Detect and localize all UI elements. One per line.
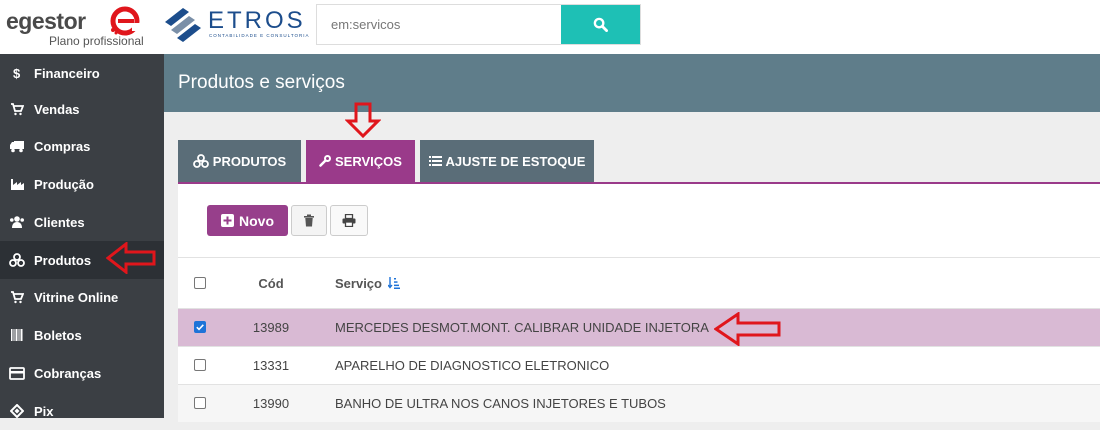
cell-cod: 13990 <box>252 396 290 411</box>
search-input[interactable] <box>317 5 561 44</box>
sidebar-item-label: Vendas <box>34 101 80 117</box>
sidebar-item-cobrancas[interactable]: Cobranças <box>0 354 164 392</box>
table-row[interactable]: 13989 MERCEDES DESMOT.MONT. CALIBRAR UNI… <box>178 308 1100 346</box>
sidebar-item-financeiro[interactable]: $ Financeiro <box>0 54 164 92</box>
sidebar-item-compras[interactable]: Compras <box>0 127 164 165</box>
table-header-row: Cód Serviço <box>178 257 1100 308</box>
truck-icon <box>10 141 24 153</box>
brand-e-icon <box>110 6 140 36</box>
cubes-icon <box>9 253 25 267</box>
tab-servicos[interactable]: SERVIÇOS <box>306 140 415 182</box>
check-icon <box>196 324 204 331</box>
sidebar-item-label: Vitrine Online <box>34 289 119 305</box>
brand-name: egestor <box>6 8 86 34</box>
partner-name: ETROS <box>208 7 306 34</box>
sidebar-item-producao[interactable]: Produção <box>0 165 164 203</box>
sidebar-item-label: Compras <box>34 138 91 154</box>
sidebar-item-vitrine-online[interactable]: Vitrine Online <box>0 278 164 316</box>
print-button[interactable] <box>330 205 368 236</box>
print-icon <box>342 214 356 227</box>
dollar-icon: $ <box>13 66 21 80</box>
sidebar-item-clientes[interactable]: Clientes <box>0 203 164 241</box>
table-row[interactable]: 13331 APARELHO DE DIAGNOSTICO ELETRONICO <box>178 346 1100 384</box>
column-header-servico[interactable]: Serviço <box>335 276 400 291</box>
sidebar-item-label: Clientes <box>34 214 85 230</box>
tab-produtos[interactable]: PRODUTOS <box>178 140 301 182</box>
list-icon <box>428 156 442 166</box>
svg-text:$: $ <box>13 66 21 80</box>
cart-icon <box>11 291 24 304</box>
sidebar-item-label: Produtos <box>34 252 92 268</box>
select-all-checkbox[interactable] <box>194 277 206 289</box>
page-title: Produtos e serviços <box>178 72 345 93</box>
cell-servico[interactable]: APARELHO DE DIAGNOSTICO ELETRONICO <box>335 358 609 373</box>
egestor-logo[interactable]: egestor Plano profissional <box>6 6 146 48</box>
page-header: Produtos e serviços <box>164 54 1100 112</box>
sidebar-item-boletos[interactable]: Boletos <box>0 316 164 354</box>
search-button[interactable] <box>561 5 640 44</box>
factory-icon <box>10 179 24 190</box>
tab-ajuste-de-estoque[interactable]: AJUSTE DE ESTOQUE <box>420 140 594 182</box>
credit-card-icon <box>9 366 25 380</box>
delete-button[interactable] <box>291 205 327 236</box>
cell-servico[interactable]: MERCEDES DESMOT.MONT. CALIBRAR UNIDADE I… <box>335 320 709 335</box>
annotation-arrow-left-icon <box>106 242 156 274</box>
tab-label: PRODUTOS <box>212 153 287 169</box>
barcode-icon <box>11 329 23 341</box>
row-checkbox[interactable] <box>194 397 206 409</box>
plus-square-icon <box>221 214 234 227</box>
table-row[interactable]: 13990 BANHO DE ULTRA NOS CANOS INJETORES… <box>178 384 1100 422</box>
partner-logo: ETROS CONTABILIDADE E CONSULTORIA <box>163 2 309 48</box>
sort-icon <box>387 277 400 289</box>
annotation-arrow-down-icon <box>345 102 381 138</box>
cell-cod: 13989 <box>252 320 290 335</box>
tab-label: AJUSTE DE ESTOQUE <box>445 153 586 169</box>
sidebar-item-label: Produção <box>34 176 94 192</box>
annotation-arrow-left-icon <box>714 312 781 346</box>
new-button[interactable]: Novo <box>207 205 288 236</box>
partner-tagline: CONTABILIDADE E CONSULTORIA <box>209 33 310 38</box>
users-icon <box>10 216 24 228</box>
sidebar-item-label: Financeiro <box>34 65 100 81</box>
sidebar-item-pix[interactable]: Pix <box>0 392 164 430</box>
sidebar-item-label: Cobranças <box>34 365 102 381</box>
search-icon <box>593 17 608 32</box>
sidebar: $ Financeiro Vendas Compras Produção Cli… <box>0 54 164 419</box>
row-checkbox[interactable] <box>194 321 206 333</box>
cart-icon <box>11 103 24 116</box>
plan-label: Plano profissional <box>49 34 144 48</box>
sidebar-item-label: Pix <box>34 403 54 419</box>
column-header-cod[interactable]: Cód <box>236 276 306 291</box>
sidebar-item-label: Boletos <box>34 327 82 343</box>
sidebar-item-vendas[interactable]: Vendas <box>0 90 164 128</box>
trash-icon <box>304 214 314 227</box>
pix-icon <box>10 404 24 418</box>
search-box <box>316 4 641 45</box>
row-checkbox[interactable] <box>194 359 206 371</box>
cell-servico[interactable]: BANHO DE ULTRA NOS CANOS INJETORES E TUB… <box>335 396 666 411</box>
tab-label: SERVIÇOS <box>335 153 402 169</box>
wrench-icon <box>319 155 332 167</box>
top-bar: egestor Plano profissional ETROS CONTABI… <box>0 0 1100 54</box>
cubes-icon <box>192 154 209 168</box>
cell-cod: 13331 <box>252 358 290 373</box>
new-button-label: Novo <box>239 212 274 229</box>
partner-logo-icon <box>165 8 201 42</box>
column-header-label: Serviço <box>335 276 382 291</box>
